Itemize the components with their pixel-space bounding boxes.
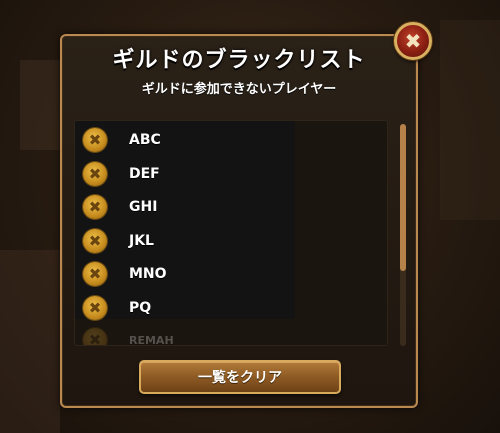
blacklist-list[interactable]: ✖ ABC ✖ DEF ✖ GHI ✖ JKL ✖ MNO ✖ PQ ✖ REM… — [74, 120, 388, 346]
list-item: ✖ DEF — [83, 159, 283, 189]
background-scenery-right — [440, 20, 500, 220]
list-item: ✖ MNO — [83, 259, 283, 289]
player-name: REMAH — [129, 333, 174, 346]
blacklist-dialog: ギルドのブラックリスト ギルドに参加できないプレイヤー ✖ ABC ✖ DEF … — [60, 34, 418, 408]
player-name: MNO — [129, 266, 167, 282]
player-name: GHI — [129, 199, 158, 215]
scroll-thumb[interactable] — [400, 124, 406, 271]
list-item: ✖ ABC — [83, 125, 283, 155]
player-name: JKL — [129, 233, 154, 249]
remove-icon[interactable]: ✖ — [83, 195, 107, 219]
dialog-subtitle: ギルドに参加できないプレイヤー — [141, 82, 337, 97]
dialog-title: ギルドのブラックリスト — [112, 48, 366, 73]
remove-icon[interactable]: ✖ — [83, 296, 107, 320]
list-item: ✖ REMAH — [83, 325, 283, 346]
list-item: ✖ GHI — [83, 192, 283, 222]
player-name: DEF — [129, 166, 160, 182]
player-name: PQ — [129, 300, 152, 316]
player-name: ABC — [129, 132, 161, 148]
remove-icon[interactable]: ✖ — [83, 229, 107, 253]
close-icon[interactable]: ✖ — [394, 22, 432, 60]
list-scrollbar[interactable] — [400, 124, 406, 346]
background-scenery-left — [0, 250, 60, 433]
remove-icon[interactable]: ✖ — [83, 128, 107, 152]
background-scenery-detail — [20, 60, 60, 150]
remove-icon[interactable]: ✖ — [83, 162, 107, 186]
list-item: ✖ JKL — [83, 226, 283, 256]
clear-list-button[interactable]: 一覧をクリア — [139, 360, 341, 394]
remove-icon[interactable]: ✖ — [83, 328, 107, 345]
remove-icon[interactable]: ✖ — [83, 262, 107, 286]
list-item: ✖ PQ — [83, 293, 283, 323]
